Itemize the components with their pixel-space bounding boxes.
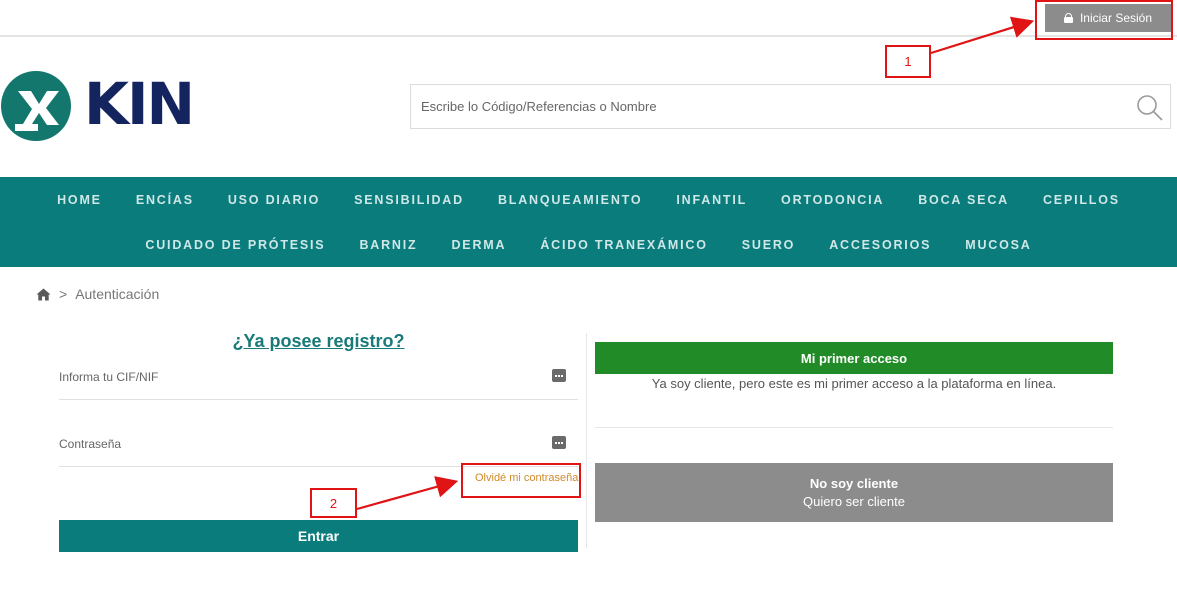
password-input[interactable] bbox=[59, 429, 539, 459]
not-client-line1: No soy cliente bbox=[809, 475, 899, 491]
home-icon[interactable] bbox=[36, 288, 51, 301]
logo-text: KIN bbox=[84, 70, 195, 138]
nav-item-mucosa[interactable]: MUCOSA bbox=[965, 238, 1031, 252]
nav-item-infantil[interactable]: INFANTIL bbox=[676, 193, 747, 207]
not-client-line2: Quiero ser cliente bbox=[803, 493, 905, 509]
nav-item-cepillos[interactable]: CEPILLOS bbox=[1043, 193, 1120, 207]
cif-field bbox=[59, 362, 578, 400]
nav-item-home[interactable]: HOME bbox=[57, 193, 102, 207]
first-access-description: Ya soy cliente, pero este es mi primer a… bbox=[651, 376, 1057, 391]
not-client-button[interactable]: No soy cliente Quiero ser cliente bbox=[595, 463, 1113, 522]
breadcrumb-separator: > bbox=[59, 286, 68, 302]
nav-item-barniz[interactable]: BARNIZ bbox=[359, 238, 417, 252]
breadcrumb-current: Autenticación bbox=[75, 286, 160, 302]
search-input[interactable] bbox=[411, 85, 1111, 128]
search-bar bbox=[410, 84, 1171, 129]
nav-item-encias[interactable]: ENCÍAS bbox=[136, 193, 194, 207]
nav-item-sensibilidad[interactable]: SENSIBILIDAD bbox=[354, 193, 464, 207]
nav-item-acido-tranexamico[interactable]: ÁCIDO TRANEXÁMICO bbox=[540, 238, 707, 252]
nav-item-suero[interactable]: SUERO bbox=[742, 238, 795, 252]
nav-item-accesorios[interactable]: ACCESORIOS bbox=[829, 238, 931, 252]
password-dots-icon bbox=[552, 369, 566, 382]
cif-input[interactable] bbox=[59, 362, 539, 392]
annotation-label-2: 2 bbox=[310, 488, 357, 518]
login-form-title[interactable]: ¿Ya posee registro? bbox=[59, 331, 578, 352]
first-access-button[interactable]: Mi primer acceso bbox=[595, 342, 1113, 374]
logo-mark bbox=[1, 71, 71, 141]
enter-button[interactable]: Entrar bbox=[59, 520, 578, 552]
breadcrumb: > Autenticación bbox=[36, 286, 159, 302]
annotation-arrow-2 bbox=[356, 476, 459, 511]
top-bar: Iniciar Sesión bbox=[0, 0, 1177, 37]
nav-item-cuidado-de-protesis[interactable]: CUIDADO DE PRÓTESIS bbox=[145, 238, 325, 252]
logo-mark-icon bbox=[15, 91, 59, 131]
nav-row-2: CUIDADO DE PRÓTESIS BARNIZ DERMA ÁCIDO T… bbox=[0, 238, 1177, 252]
nav-row-1: HOME ENCÍAS USO DIARIO SENSIBILIDAD BLAN… bbox=[0, 193, 1177, 207]
main-nav: HOME ENCÍAS USO DIARIO SENSIBILIDAD BLAN… bbox=[0, 177, 1177, 267]
nav-item-derma[interactable]: DERMA bbox=[451, 238, 506, 252]
annotation-box-forgot bbox=[461, 463, 581, 498]
search-icon[interactable] bbox=[1136, 94, 1164, 122]
annotation-box-login bbox=[1035, 0, 1173, 40]
nav-item-uso-diario[interactable]: USO DIARIO bbox=[228, 193, 320, 207]
nav-item-boca-seca[interactable]: BOCA SECA bbox=[918, 193, 1009, 207]
annotation-label-1: 1 bbox=[885, 45, 931, 78]
column-divider bbox=[586, 333, 587, 548]
password-dots-icon bbox=[552, 436, 566, 449]
password-field bbox=[59, 429, 578, 467]
brand-logo[interactable]: KIN bbox=[0, 70, 225, 144]
section-divider bbox=[595, 427, 1113, 428]
nav-item-blanqueamiento[interactable]: BLANQUEAMIENTO bbox=[498, 193, 642, 207]
nav-item-ortodoncia[interactable]: ORTODONCIA bbox=[781, 193, 884, 207]
